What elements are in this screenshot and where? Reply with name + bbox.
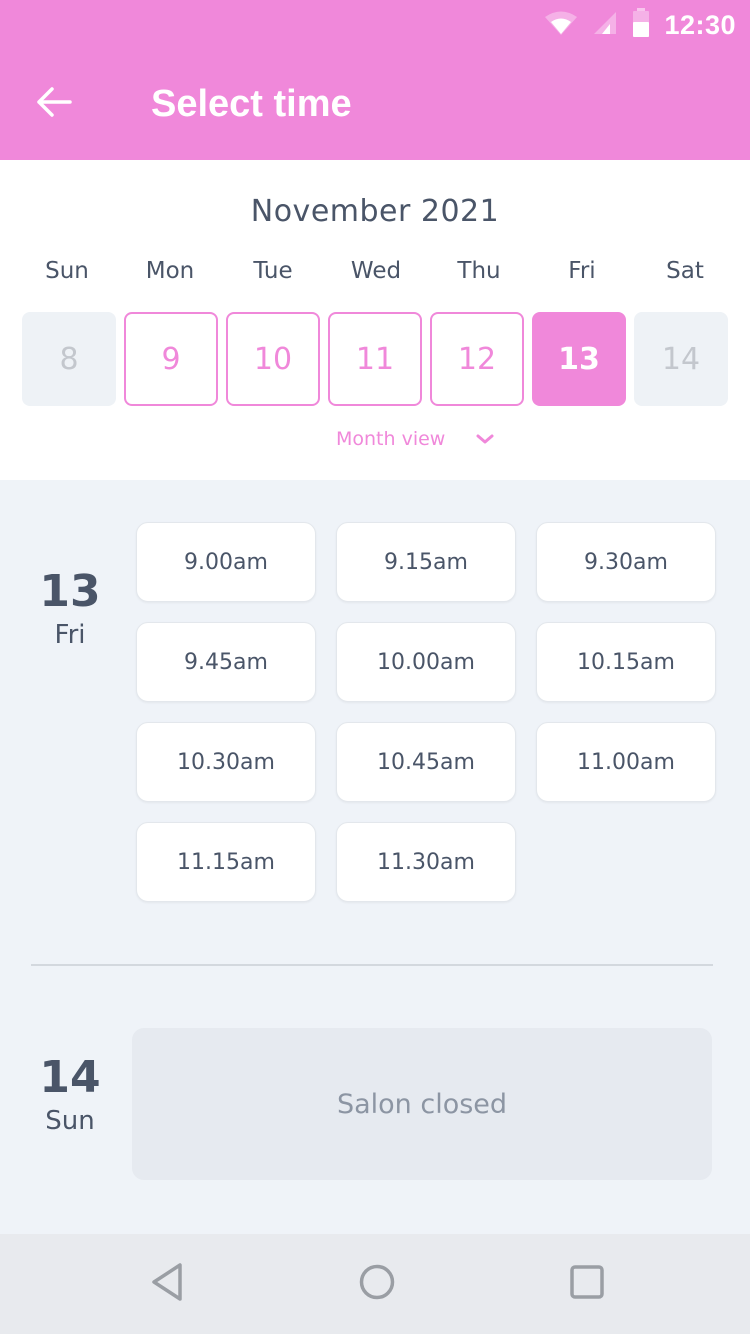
time-slot-button[interactable]: 9.00am [136, 522, 316, 602]
battery-icon [632, 8, 650, 42]
back-triangle-icon [149, 1262, 185, 1306]
nav-back-button[interactable] [142, 1259, 192, 1309]
signal-icon [592, 10, 618, 40]
nav-recents-button[interactable] [562, 1259, 612, 1309]
time-slot-button[interactable]: 11.30am [336, 822, 516, 902]
chevron-down-icon [475, 428, 495, 450]
time-slot-button[interactable]: 9.45am [136, 622, 316, 702]
weekday-label: Mon [145, 258, 195, 284]
nav-home-button[interactable] [352, 1259, 402, 1309]
day-cell-disabled: 8 [22, 312, 116, 406]
time-slot-grid: 9.00am 9.15am 9.30am 9.45am 10.00am 10.1… [136, 522, 716, 902]
weekday-label: Wed [350, 258, 402, 284]
weekday-label: Fri [568, 258, 596, 284]
time-slot-button[interactable]: 11.00am [536, 722, 716, 802]
time-slot-button[interactable]: 10.45am [336, 722, 516, 802]
day-cell[interactable]: 12 [430, 312, 524, 406]
section-day-name: Fri [54, 620, 86, 650]
salon-closed-notice: Salon closed [132, 1028, 712, 1180]
section-day-number: 14 [39, 1052, 101, 1103]
section-day-name: Sun [45, 1106, 95, 1136]
recents-square-icon [569, 1264, 605, 1304]
month-view-toggle[interactable]: Month view [336, 428, 495, 450]
day-picker: 8 9 10 11 12 13 14 [22, 312, 734, 406]
weekday-label: Sat [666, 258, 704, 284]
page-title: Select time [151, 83, 352, 125]
app-bar: Select time [0, 50, 750, 160]
weekday-label: Thu [457, 258, 501, 284]
back-button[interactable] [30, 80, 78, 128]
time-slot-button[interactable]: 9.15am [336, 522, 516, 602]
home-circle-icon [358, 1263, 396, 1305]
section-divider [31, 964, 713, 966]
time-slot-button[interactable]: 9.30am [536, 522, 716, 602]
day-cell[interactable]: 10 [226, 312, 320, 406]
day-cell[interactable]: 11 [328, 312, 422, 406]
status-bar: 12:30 [0, 0, 750, 50]
arrow-left-icon [36, 86, 72, 122]
status-time: 12:30 [664, 9, 736, 40]
weekday-label: Tue [253, 258, 293, 284]
month-label: November 2021 [250, 194, 500, 229]
day-cell[interactable]: 9 [124, 312, 218, 406]
time-slot-button[interactable]: 10.15am [536, 622, 716, 702]
wifi-icon [544, 10, 578, 40]
month-view-label: Month view [336, 428, 446, 450]
time-slot-button[interactable]: 10.30am [136, 722, 316, 802]
section-day-number: 13 [39, 566, 101, 617]
weekday-header: Sun Mon Tue Wed Thu Fri Sat [18, 258, 734, 284]
weekday-label: Sun [45, 258, 89, 284]
week-calendar: November 2021 Sun Mon Tue Wed Thu Fri Sa… [0, 160, 750, 480]
time-slot-button[interactable]: 11.15am [136, 822, 316, 902]
system-nav-bar [0, 1234, 750, 1334]
day-cell-disabled: 14 [634, 312, 728, 406]
day-cell-selected[interactable]: 13 [532, 312, 626, 406]
time-slot-button[interactable]: 10.00am [336, 622, 516, 702]
